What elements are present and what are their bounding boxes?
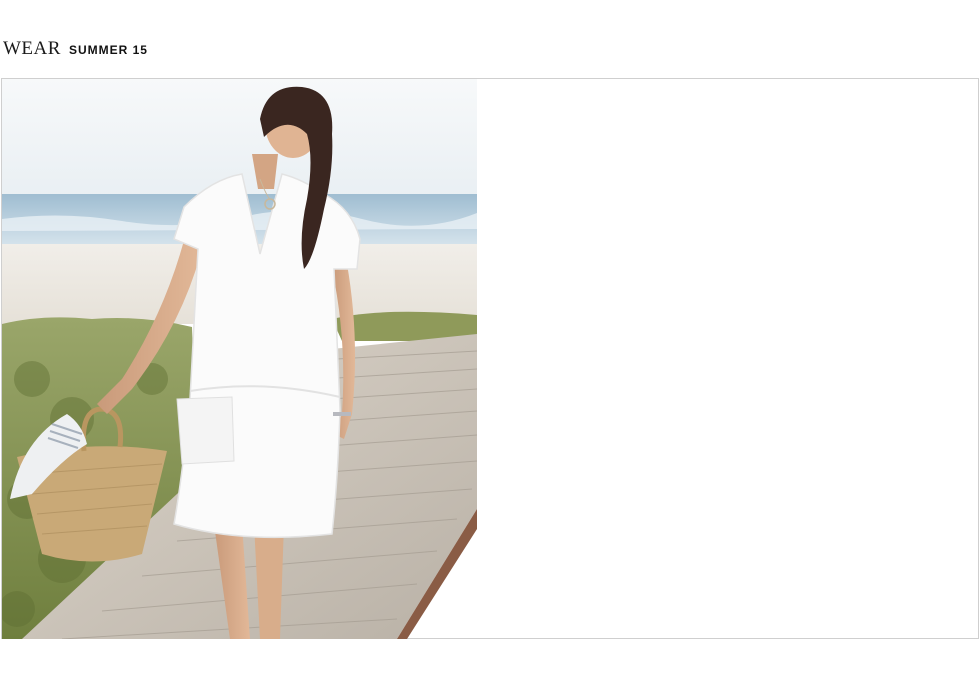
- hero-photo-illustration: [2, 79, 477, 639]
- brand-title: WEAR: [3, 38, 61, 59]
- page-header: WEAR SUMMER 15: [3, 38, 148, 62]
- hero-image[interactable]: [2, 79, 477, 639]
- season-subtitle: SUMMER 15: [68, 43, 148, 57]
